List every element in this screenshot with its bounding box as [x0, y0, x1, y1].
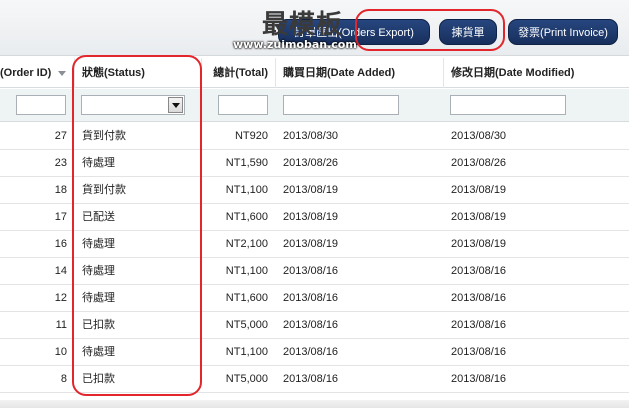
date-added-cell: 2013/08/30: [283, 130, 339, 142]
date-modified-cell: 2013/08/16: [451, 265, 507, 277]
status-cell: 已扣款: [82, 373, 115, 385]
date-modified-cell: 2013/08/16: [451, 292, 507, 304]
table-header: (Order ID) 狀態(Status) 總計(Total) 購買日期(Dat…: [0, 58, 629, 88]
date-modified-cell: 2013/08/16: [451, 319, 507, 331]
total-cell: NT5,000: [225, 373, 268, 385]
total-cell: NT1,100: [225, 265, 268, 277]
total-cell: NT1,590: [225, 157, 268, 169]
date-added-cell: 2013/08/26: [283, 157, 339, 169]
header-date-modified[interactable]: 修改日期(Date Modified): [451, 58, 574, 88]
date-added-cell: 2013/08/19: [283, 238, 339, 250]
header-order-id[interactable]: (Order ID): [0, 58, 51, 88]
table-row[interactable]: 8 已扣款 NT5,000 2013/08/16 2013/08/16: [0, 366, 629, 393]
date-added-cell: 2013/08/19: [283, 184, 339, 196]
date-added-cell: 2013/08/19: [283, 211, 339, 223]
table-row[interactable]: 14 待處理 NT1,100 2013/08/16 2013/08/16: [0, 258, 629, 285]
order-id-cell: 16: [54, 238, 67, 250]
table-row[interactable]: 11 已扣款 NT5,000 2013/08/16 2013/08/16: [0, 312, 629, 339]
total-cell: NT1,100: [225, 346, 268, 358]
table-row[interactable]: 16 待處理 NT2,100 2013/08/19 2013/08/19: [0, 231, 629, 258]
date-modified-cell: 2013/08/16: [451, 373, 507, 385]
status-filter-select[interactable]: [81, 95, 185, 115]
order-id-cell: 11: [55, 319, 67, 331]
date-added-cell: 2013/08/16: [283, 346, 339, 358]
order-id-cell: 17: [54, 211, 67, 223]
table-row[interactable]: 18 貨到付款 NT1,100 2013/08/19 2013/08/19: [0, 177, 629, 204]
chevron-down-icon[interactable]: [168, 97, 183, 113]
header-date-added[interactable]: 購買日期(Date Added): [283, 58, 395, 88]
picking-list-button[interactable]: 揀貨單: [439, 19, 497, 45]
header-status[interactable]: 狀態(Status): [82, 58, 145, 88]
status-cell: 貨到付款: [82, 184, 126, 196]
status-cell: 待處理: [82, 346, 115, 358]
header-total[interactable]: 總計(Total): [206, 58, 268, 88]
total-cell: NT920: [234, 130, 268, 142]
total-cell: NT1,600: [225, 211, 268, 223]
table-row[interactable]: 27 貨到付款 NT920 2013/08/30 2013/08/30: [0, 123, 629, 150]
status-cell: 已扣款: [82, 319, 115, 331]
status-cell: 已配送: [82, 211, 115, 223]
date-added-filter-input[interactable]: [283, 95, 399, 115]
table-row[interactable]: 12 待處理 NT1,600 2013/08/16 2013/08/16: [0, 285, 629, 312]
order-id-cell: 10: [54, 346, 67, 358]
order-id-cell: 8: [60, 373, 67, 385]
date-modified-cell: 2013/08/16: [451, 346, 507, 358]
order-id-cell: 27: [54, 130, 67, 142]
table-row[interactable]: 23 待處理 NT1,590 2013/08/26 2013/08/26: [0, 150, 629, 177]
order-id-cell: 14: [54, 265, 67, 277]
watermark-logo: 最模板: [262, 10, 344, 40]
filter-row: [0, 89, 629, 122]
total-cell: NT1,600: [225, 292, 268, 304]
total-cell: NT5,000: [225, 319, 268, 331]
date-modified-filter-input[interactable]: [450, 95, 566, 115]
date-added-cell: 2013/08/16: [283, 292, 339, 304]
date-added-cell: 2013/08/16: [283, 265, 339, 277]
watermark-url: www.zuimoban.com: [233, 38, 357, 51]
bottom-edge: [0, 400, 629, 408]
total-cell: NT2,100: [225, 238, 268, 250]
total-filter-input[interactable]: [218, 95, 268, 115]
total-cell: NT1,100: [225, 184, 268, 196]
status-cell: 待處理: [82, 238, 115, 250]
status-cell: 待處理: [82, 292, 115, 304]
print-invoice-button[interactable]: 發票(Print Invoice): [508, 19, 618, 45]
date-modified-cell: 2013/08/26: [451, 157, 507, 169]
order-id-filter-input[interactable]: [16, 95, 66, 115]
date-modified-cell: 2013/08/19: [451, 238, 507, 250]
status-cell: 待處理: [82, 157, 115, 169]
date-modified-cell: 2013/08/30: [451, 130, 507, 142]
status-cell: 待處理: [82, 265, 115, 277]
date-modified-cell: 2013/08/19: [451, 184, 507, 196]
status-cell: 貨到付款: [82, 130, 126, 142]
table-row[interactable]: 10 待處理 NT1,100 2013/08/16 2013/08/16: [0, 339, 629, 366]
orders-table-body: 27 貨到付款 NT920 2013/08/30 2013/08/30 23 待處理 NT1,…: [0, 123, 629, 393]
order-id-cell: 23: [54, 157, 67, 169]
date-modified-cell: 2013/08/19: [451, 211, 507, 223]
sort-desc-icon[interactable]: [58, 71, 66, 76]
table-row[interactable]: 17 已配送 NT1,600 2013/08/19 2013/08/19: [0, 204, 629, 231]
order-id-cell: 18: [54, 184, 67, 196]
order-id-cell: 12: [54, 292, 67, 304]
date-added-cell: 2013/08/16: [283, 319, 339, 331]
date-added-cell: 2013/08/16: [283, 373, 339, 385]
